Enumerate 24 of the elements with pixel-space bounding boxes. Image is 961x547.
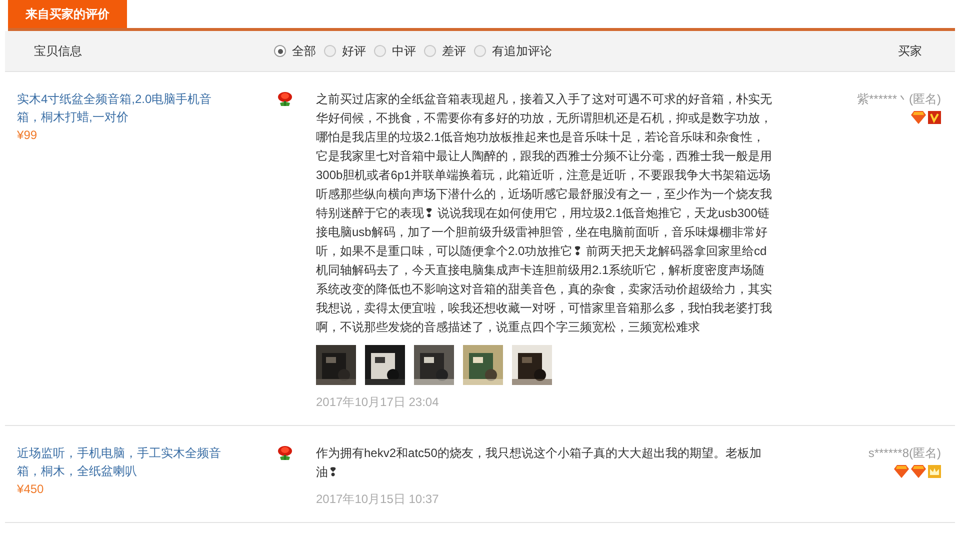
vip-badge-icon [928,111,941,124]
filter-radio[interactable]: 全部 [274,42,316,60]
filter-radio[interactable]: 差评 [424,42,466,60]
price: ¥99 [17,128,38,142]
buyer-name: 紫******丶(匿名) [856,91,941,108]
review-date: 2017年10月15日 10:37 [316,491,440,508]
buyer-name: s******8(匿名) [868,445,941,462]
filter-radio[interactable]: 好评 [324,42,366,60]
flower-icon [277,92,293,107]
price: ¥450 [17,482,44,496]
column-heading: 买家 [898,43,922,60]
crown-badge-icon [928,465,941,478]
review-date: 2017年10月17日 23:04 [316,394,440,411]
diamond-icon [894,465,909,478]
flower-icon [277,446,293,461]
filter-radio[interactable]: 有追加评论 [474,42,552,60]
filter-radio[interactable]: 中评 [374,42,416,60]
diamond-icon [911,465,926,478]
review-text: 之前买过店家的全纸盆音箱表现超凡，接着又入手了这对可遇不可求的好音箱，朴实无华好伺候，不挑食，不需要你有多好的功放，无所谓胆机还是石机，抑或是数字功放，哪怕是我店里的垃圾2.1低音炮功放板推起来也是音乐味十足，若论音乐味和杂食性，它是我家里七对音箱中最让人陶醉的，跟我的西雅士分频不让分毫，西雅士我一般是用300b胆机或者6p1并联单端换着玩，此箱近听，注意是近听，不要跟我争大书架箱远场听感那些纵向横向声场下潜什么的，近场听感它最舒服没有之一，至少作为一个烧友我特别迷醉于它的表现❢ 说说我现在如何使用它，用垃圾2.1低音炮推它，天龙usb300链接电脑usb解码，加了一个胆前级升级雷神胆管，坐在电脑前面听，音乐味爆棚非常好听，如果不是重口味，可以随便拿个2.0功放推它❢ 前两天把天龙解码器拿回家里给cd机同轴解码去了，今天直接电脑集成声卡连胆前级用2.1系统听它，解析度密度声场随系统改变的降低也不影响这对音箱的甜美音色，真的杂食，卖家活动价超级给力，其实我想说，卖得太便宜啦，唉我还想收藏一对呀，可惜家里音箱那么多，我怕我老婆打我啊，不说那些发烧的音感描述了，说重点四个字三频宽松，三频宽松难求 [316,91,773,336]
review-text: 作为拥有hekv2和atc50的烧友，我只想说这个小箱子真的大大超出我的期望。老板加油❢ [316,445,762,481]
diamond-icon [911,111,926,124]
product-link[interactable]: 近场监听，手机电脑，手工实木全频音箱，桐木，全纸盆喇叭 [17,444,222,480]
product-link[interactable]: 实木4寸纸盆全频音箱,2.0电脑手机音箱，桐木打蜡,一对价 [17,90,222,126]
column-heading: 宝贝信息 [34,43,83,60]
